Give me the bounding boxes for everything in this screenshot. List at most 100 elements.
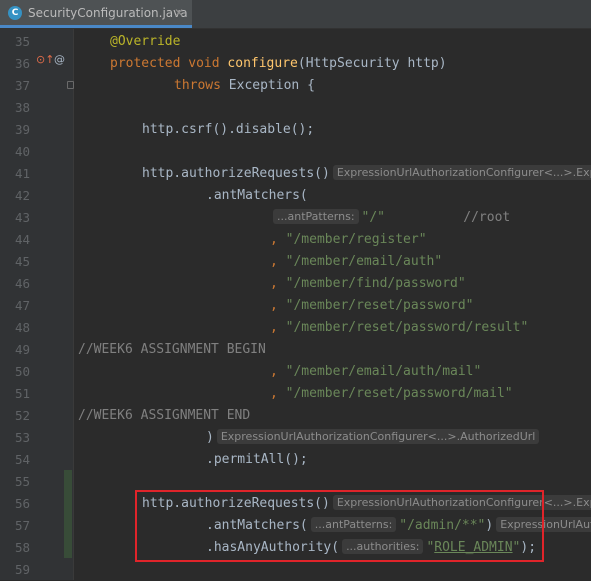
code-token: configure [227,56,298,71]
code-token: throws [174,78,229,93]
code-line[interactable]: 50, "/member/email/auth/mail" [0,361,591,383]
code-line[interactable]: 39 http.csrf().disable(); [0,119,591,141]
code-line[interactable]: 37 throws Exception { [0,75,591,97]
code-line[interactable]: 35 @Override [0,31,591,53]
code-line[interactable]: 52 //WEEK6 ASSIGNMENT END [0,405,591,427]
code-token: "/member/email/auth/mail" [285,364,482,379]
code-line[interactable]: 47, "/member/reset/password" [0,295,591,317]
code-token: protected [110,56,189,71]
code-token: "/member/reset/password" [285,298,474,313]
code-text[interactable]: , "/member/email/auth" [78,251,442,273]
line-number: 40 [14,144,30,159]
code-token: "/" [361,210,386,225]
line-number: 46 [14,276,30,291]
line-number: 41 [14,166,30,181]
code-line[interactable]: 43 ...antPatterns: "/" //root [0,207,591,229]
code-line[interactable]: 46, "/member/find/password" [0,273,591,295]
annotation-icon[interactable]: @ [54,53,65,66]
java-class-icon: C [8,5,22,20]
code-line[interactable]: 38 [0,97,591,119]
line-number: 57 [14,518,30,533]
code-line[interactable]: 44, "/member/register" [0,229,591,251]
code-token: , [270,232,286,247]
code-token: //root [385,210,511,225]
line-number: 38 [14,100,30,115]
code-text[interactable]: , "/member/reset/password" [78,295,474,317]
highlight-box [135,490,544,562]
fold-icon[interactable] [67,81,74,89]
parameter-hint: ExpressionUrlAuthorizationConfigurer<...… [332,165,591,180]
code-line[interactable]: 48, "/member/reset/password/result" [0,317,591,339]
line-number: 39 [14,122,30,137]
parameter-hint: ExpressionUrlAuthorizationConfigurer<...… [216,429,540,444]
code-token: "/member/register" [285,232,427,247]
line-number: 43 [14,210,30,225]
code-line[interactable]: 36 protected void configure(HttpSecurity … [0,53,591,75]
line-number: 45 [14,254,30,269]
code-text[interactable]: , "/member/email/auth/mail" [78,361,481,383]
code-text[interactable]: @Override [78,31,180,53]
code-text[interactable]: ...antPatterns: "/" //root [78,207,510,229]
line-number: 37 [14,78,30,93]
code-token: , [270,364,286,379]
line-number: 44 [14,232,30,247]
code-token: "/member/reset/password/mail" [285,386,513,401]
code-text[interactable]: .permitAll(); [78,449,308,471]
code-text[interactable]: ) ExpressionUrlAuthorizationConfigurer<..… [78,427,542,449]
code-token: "/member/find/password" [285,276,466,291]
code-line[interactable]: 51, "/member/reset/password/mail" [0,383,591,405]
code-line[interactable]: 53) ExpressionUrlAuthorizationConfigurer<… [0,427,591,449]
code-text[interactable]: protected void configure(HttpSecurity ht… [78,53,447,75]
code-line[interactable]: 54 .permitAll(); [0,449,591,471]
line-number: 56 [14,496,30,511]
code-token: "/member/email/auth" [285,254,443,269]
code-token: Exception { [228,78,315,93]
code-token: "/member/reset/password/result" [285,320,529,335]
line-number: 52 [14,408,30,423]
line-number: 50 [14,364,30,379]
code-text[interactable]: //WEEK6 ASSIGNMENT END [78,405,250,427]
line-number: 48 [14,320,30,335]
code-line[interactable]: 42 .antMatchers( [0,185,591,207]
code-token: //WEEK6 ASSIGNMENT END [78,408,251,423]
tab-security-configuration[interactable]: C SecurityConfiguration.java ✕ [0,0,192,28]
code-token: .permitAll(); [206,452,308,467]
code-line[interactable]: 40 [0,141,591,163]
code-text[interactable]: , "/member/reset/password/mail" [78,383,513,405]
line-number: 58 [14,540,30,555]
code-line[interactable]: 59 [0,559,591,581]
line-number: 36 [14,56,30,71]
line-number: 47 [14,298,30,313]
close-icon[interactable]: ✕ [174,6,184,20]
code-text[interactable]: //WEEK6 ASSIGNMENT BEGIN [78,339,266,361]
code-token: ) [206,430,214,445]
code-line[interactable]: 45 , "/member/email/auth" [0,251,591,273]
line-number: 49 [14,342,30,357]
code-token: @Override [110,34,181,49]
code-text[interactable]: , "/member/find/password" [78,273,466,295]
line-number: 35 [14,34,30,49]
parameter-hint: ...antPatterns: [273,209,359,224]
line-number: 55 [14,474,30,489]
code-text[interactable]: http.authorizeRequests() ExpressionUrlAut… [78,163,591,185]
code-text[interactable]: throws Exception { [78,75,315,97]
line-number: 51 [14,386,30,401]
code-line[interactable]: 49 //WEEK6 ASSIGNMENT BEGIN [0,339,591,361]
code-line[interactable]: 41 http.authorizeRequests() ExpressionUrlA… [0,163,591,185]
tab-filename: SecurityConfiguration.java [28,5,188,20]
code-text[interactable]: .antMatchers( [78,185,308,207]
implementing-method-icon[interactable]: ⊙↑ [36,53,54,66]
editor-tab-bar: C SecurityConfiguration.java ✕ [0,0,591,29]
code-text[interactable]: , "/member/reset/password/result" [78,317,528,339]
line-number: 42 [14,188,30,203]
code-text[interactable]: http.csrf().disable(); [78,119,314,141]
code-token: , [270,320,286,335]
code-token: , [270,298,286,313]
line-number: 59 [14,562,30,577]
code-token: .antMatchers( [206,188,308,203]
line-number: 54 [14,452,30,467]
code-token: , [270,276,286,291]
code-token: , [270,386,286,401]
code-token: http.authorizeRequests() [142,166,330,181]
code-text[interactable]: , "/member/register" [78,229,427,251]
